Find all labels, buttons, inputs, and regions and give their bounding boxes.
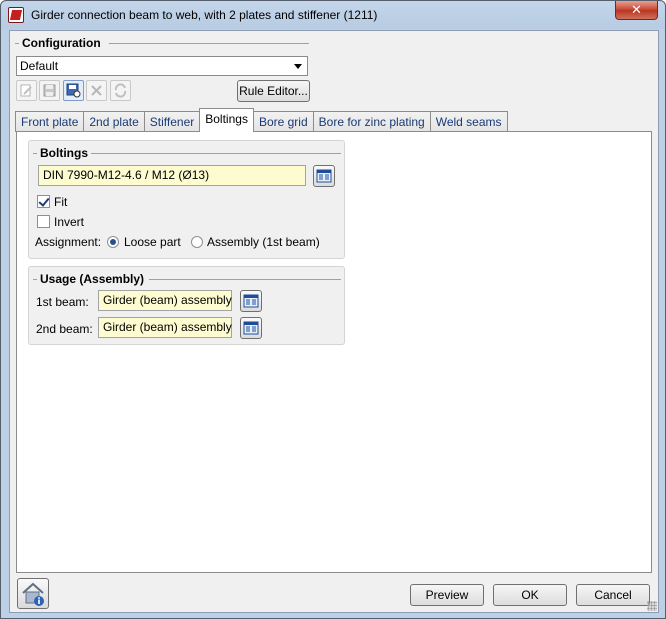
- catalog-icon: [243, 294, 259, 308]
- catalog-icon: [316, 169, 332, 183]
- bolt-catalog-button[interactable]: [313, 165, 335, 187]
- edit-config-button[interactable]: [16, 80, 37, 101]
- tab-stiffener[interactable]: Stiffener: [143, 111, 200, 132]
- invert-checkbox[interactable]: [37, 215, 50, 228]
- info-button[interactable]: [17, 578, 49, 609]
- tab-bore-grid[interactable]: Bore grid: [253, 111, 313, 132]
- configuration-select[interactable]: Default: [16, 56, 308, 76]
- tab-front-plate[interactable]: Front plate: [15, 111, 84, 132]
- tab-bore-for-zinc-plating[interactable]: Bore for zinc plating: [312, 111, 430, 132]
- second-beam-field[interactable]: Girder (beam) assembly: [98, 317, 232, 338]
- configuration-group: Configuration Default Rule Editor...: [13, 34, 311, 102]
- refresh-config-button[interactable]: [110, 80, 131, 101]
- assignment-label: Assignment:: [35, 235, 102, 249]
- boltings-group: Boltings DIN 7990-M12-4.6 / M12 (Ø13) Fi…: [28, 140, 345, 259]
- first-beam-field[interactable]: Girder (beam) assembly: [98, 290, 232, 311]
- usage-caption: Usage (Assembly): [37, 272, 148, 286]
- refresh-icon: [114, 83, 127, 98]
- hicad-app-icon: [8, 7, 24, 23]
- dialog-client-area: Configuration Default Rule Editor... Fro…: [9, 30, 659, 613]
- house-info-icon: [22, 582, 44, 606]
- fit-checkbox[interactable]: [37, 195, 50, 208]
- delete-icon: [91, 85, 102, 96]
- group-line-right: [91, 153, 341, 154]
- group-line-right: [149, 279, 341, 280]
- second-beam-label: 2nd beam:: [36, 322, 93, 336]
- save-as-config-button[interactable]: [63, 80, 84, 101]
- boltings-tab-panel: Boltings DIN 7990-M12-4.6 / M12 (Ø13) Fi…: [16, 131, 652, 573]
- close-button[interactable]: ✕: [615, 1, 658, 20]
- ok-button[interactable]: OK: [493, 584, 567, 606]
- configuration-caption: Configuration: [19, 36, 104, 50]
- save-as-icon: [66, 83, 81, 98]
- chevron-down-icon: [294, 64, 302, 69]
- preview-button[interactable]: Preview: [410, 584, 484, 606]
- group-line-right: [109, 43, 309, 44]
- fit-label: Fit: [54, 195, 68, 209]
- tab-weld-seams[interactable]: Weld seams: [429, 111, 508, 132]
- delete-config-button[interactable]: [86, 80, 107, 101]
- resize-grip[interactable]: [647, 601, 657, 611]
- window-title: Girder connection beam to web, with 2 pl…: [31, 8, 378, 22]
- dialog-window: Girder connection beam to web, with 2 pl…: [0, 0, 666, 619]
- assembly-label: Assembly (1st beam): [207, 235, 320, 249]
- edit-icon: [20, 84, 32, 97]
- loose-part-radio[interactable]: [107, 236, 119, 248]
- tab-2nd-plate[interactable]: 2nd plate: [83, 111, 144, 132]
- usage-group: Usage (Assembly) 1st beam: Girder (beam)…: [28, 266, 345, 345]
- cancel-button[interactable]: Cancel: [576, 584, 650, 606]
- first-beam-label: 1st beam:: [36, 295, 89, 309]
- save-icon: [43, 84, 56, 97]
- invert-label: Invert: [54, 215, 85, 229]
- configuration-selected-value: Default: [20, 59, 59, 73]
- title-bar[interactable]: Girder connection beam to web, with 2 pl…: [1, 1, 665, 29]
- boltings-caption: Boltings: [37, 146, 91, 160]
- second-beam-catalog-button[interactable]: [240, 317, 262, 339]
- rule-editor-button[interactable]: Rule Editor...: [237, 80, 310, 102]
- bolt-type-field[interactable]: DIN 7990-M12-4.6 / M12 (Ø13): [38, 165, 306, 186]
- save-config-button[interactable]: [39, 80, 60, 101]
- loose-part-label: Loose part: [124, 235, 181, 249]
- tab-boltings[interactable]: Boltings: [199, 108, 254, 132]
- first-beam-catalog-button[interactable]: [240, 290, 262, 312]
- catalog-icon: [243, 321, 259, 335]
- tab-strip: Front plate 2nd plate Stiffener Boltings…: [15, 108, 508, 132]
- assembly-radio[interactable]: [191, 236, 203, 248]
